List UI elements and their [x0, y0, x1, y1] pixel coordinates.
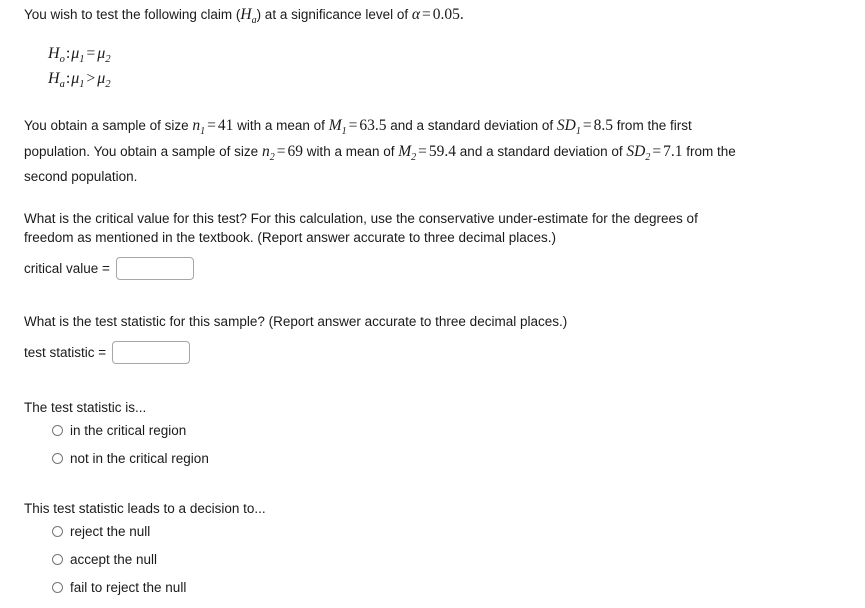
test-statistic-answer-row: test statistic = — [24, 340, 844, 364]
n1-symbol: n1 — [192, 117, 206, 138]
test-statistic-label: test statistic = — [24, 344, 107, 360]
sd2-value: 7.1 — [663, 142, 683, 160]
n2-equals: = — [276, 142, 286, 160]
intro-text-mid: ) at a significance level of — [256, 7, 412, 22]
alt-hypothesis-left-sub: 1 — [79, 79, 85, 91]
sd1-value: 8.5 — [593, 117, 613, 135]
alternative-hypothesis-line: Ha:μ1 > μ2 — [48, 69, 844, 94]
radio-option-accept-null[interactable]: accept the null — [52, 552, 844, 568]
claim-symbol: Ha — [240, 6, 257, 27]
decision-question: This test statistic leads to a decision … — [24, 501, 844, 596]
critical-value-answer-row: critical value = — [24, 256, 714, 280]
m1-symbol: M1 — [328, 117, 347, 138]
n2-symbol: n2 — [261, 142, 275, 163]
radio-label: in the critical region — [70, 422, 187, 438]
m2-equals: = — [418, 142, 427, 160]
m1-equals: = — [348, 117, 358, 135]
m2-value: 59.4 — [428, 142, 457, 160]
radio-option-reject-null[interactable]: reject the null — [52, 524, 844, 540]
m1-value: 63.5 — [359, 117, 387, 135]
radio-label: accept the null — [70, 551, 158, 567]
radio-circle-icon[interactable] — [52, 554, 63, 566]
null-hypothesis-label: H — [48, 45, 60, 63]
radio-circle-icon[interactable] — [52, 453, 63, 465]
sample-text-2: with a mean of — [233, 118, 329, 134]
m2-symbol: M2 — [398, 142, 417, 163]
critical-region-prompt: The test statistic is... — [24, 399, 147, 415]
radio-label: reject the null — [70, 523, 151, 539]
sample-text-6: and a standard deviation of — [456, 143, 627, 159]
radio-label: not in the critical region — [70, 450, 209, 466]
critical-value-input[interactable] — [115, 256, 194, 280]
sd2-equals: = — [652, 142, 662, 160]
n1-value: 41 — [217, 117, 234, 135]
critical-value-question: What is the critical value for this test… — [24, 209, 714, 280]
alt-hypothesis-operator: > — [86, 70, 96, 88]
null-hypothesis-right-sub: 2 — [105, 54, 111, 66]
decision-radio-group: reject the null accept the null fail to … — [52, 524, 844, 596]
sample-text-5: with a mean of — [302, 143, 399, 159]
alt-hypothesis-right-sub: 2 — [105, 79, 111, 91]
radio-label: fail to reject the null — [70, 579, 187, 595]
null-hypothesis-operator: = — [86, 45, 96, 63]
sd2-symbol: SD2 — [626, 142, 651, 163]
intro-text-before: You wish to test the following claim ( — [24, 7, 241, 22]
sd1-symbol: SD1 — [556, 117, 581, 138]
test-statistic-prompt: What is the test statistic for this samp… — [24, 313, 568, 329]
radio-circle-icon[interactable] — [52, 526, 63, 538]
null-hypothesis-left-sub: 1 — [79, 54, 85, 66]
sample-text-1: You obtain a sample of size — [24, 118, 193, 134]
null-hypothesis-line: Ho:μ1 = μ2 — [48, 44, 844, 69]
hypotheses-block: Ho:μ1 = μ2 Ha:μ1 > μ2 — [48, 44, 844, 94]
critical-region-radio-group: in the critical region not in the critic… — [52, 423, 844, 467]
alpha-equals: = — [422, 6, 431, 23]
radio-circle-icon[interactable] — [52, 425, 63, 437]
sample-data-paragraph: You obtain a sample of size n1 = 41 with a… — [24, 116, 739, 185]
critical-value-label: critical value = — [24, 260, 110, 276]
n1-equals: = — [207, 117, 216, 135]
alpha-value: 0.05. — [432, 6, 464, 23]
critical-region-question: The test statistic is... in the critical… — [24, 400, 844, 467]
alpha-symbol: α — [411, 6, 421, 23]
radio-circle-icon[interactable] — [52, 582, 63, 594]
critical-value-prompt: What is the critical value for this test… — [24, 210, 698, 245]
radio-option-in-critical-region[interactable]: in the critical region — [52, 423, 844, 439]
problem-page: You wish to test the following claim (Ha… — [24, 6, 844, 608]
test-statistic-input[interactable] — [112, 340, 191, 364]
decision-prompt: This test statistic leads to a decision … — [24, 500, 266, 516]
intro-paragraph: You wish to test the following claim (Ha… — [24, 6, 844, 30]
n2-value: 69 — [287, 142, 303, 160]
alt-hypothesis-label: H — [48, 70, 60, 88]
sd1-equals: = — [582, 117, 592, 135]
test-statistic-question: What is the test statistic for this samp… — [24, 312, 844, 364]
sample-text-3: and a standard deviation of — [386, 118, 557, 134]
radio-option-not-in-critical-region[interactable]: not in the critical region — [52, 451, 844, 467]
radio-option-fail-to-reject-null[interactable]: fail to reject the null — [52, 580, 844, 596]
